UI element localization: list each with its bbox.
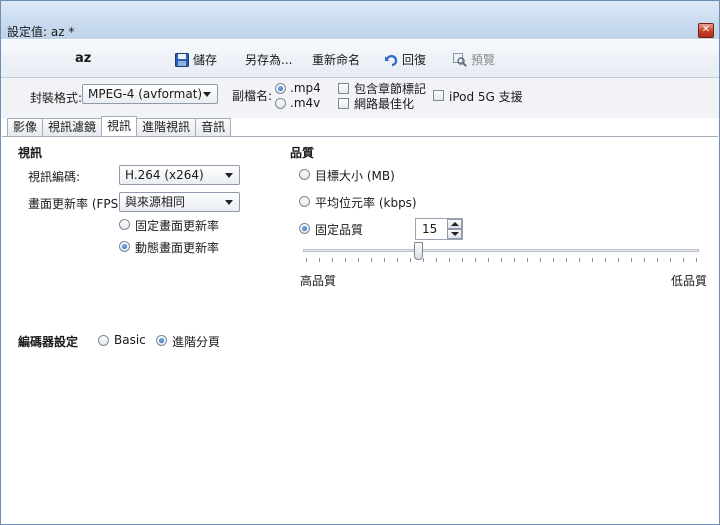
toolbar: az 儲存 另存為... 重新命名 回復 預覽 xyxy=(1,40,719,78)
quality-slider-track[interactable] xyxy=(303,249,699,252)
stepper-down-icon[interactable] xyxy=(447,229,462,239)
average-bitrate-radio[interactable] xyxy=(299,196,310,207)
tab-video-filters[interactable]: 視訊濾鏡 xyxy=(42,118,103,136)
tab-video[interactable]: 視訊 xyxy=(101,116,138,136)
preset-name: az xyxy=(75,51,92,66)
average-bitrate-label: 平均位元率 (kbps) xyxy=(315,196,417,210)
save-as-label: 另存為... xyxy=(245,53,293,67)
chevron-down-icon xyxy=(203,92,211,97)
revert-button[interactable]: 回復 xyxy=(384,51,426,68)
ipod-5g-checkbox[interactable] xyxy=(433,90,444,101)
close-button[interactable]: ✕ xyxy=(698,23,714,38)
encoder-advanced-label: 進階分頁 xyxy=(172,335,221,349)
framerate-dropdown[interactable]: 與來源相同 xyxy=(119,192,240,212)
window-title: 設定值: az * xyxy=(7,25,75,39)
save-button[interactable]: 儲存 xyxy=(175,51,217,68)
magnifier-icon xyxy=(453,52,467,67)
rename-button[interactable]: 重新命名 xyxy=(312,51,360,68)
ext-m4v-label: .m4v xyxy=(290,96,321,110)
encoder-basic-radio[interactable] xyxy=(98,335,109,346)
ipod-5g-label: iPod 5G 支援 xyxy=(449,90,523,104)
video-codec-value: H.264 (x264) xyxy=(125,168,204,182)
quality-slider-thumb[interactable] xyxy=(413,242,423,260)
web-optimized-label: 網路最佳化 xyxy=(354,97,415,111)
rename-label: 重新命名 xyxy=(312,53,361,67)
tab-advanced-video[interactable]: 進階視訊 xyxy=(136,118,197,136)
tab-picture[interactable]: 影像 xyxy=(7,118,44,136)
video-section-title: 視訊 xyxy=(18,146,43,160)
framerate-label: 畫面更新率 (FPS): xyxy=(28,197,127,211)
encoder-basic-label: Basic xyxy=(114,333,146,347)
framerate-value: 與來源相同 xyxy=(125,195,186,209)
title-bar[interactable]: 設定值: az * ✕ xyxy=(1,1,719,39)
extension-label: 副檔名: xyxy=(232,89,273,103)
container-label: 封裝格式: xyxy=(30,91,83,105)
encoder-advanced-radio[interactable] xyxy=(156,335,167,346)
variable-framerate-radio[interactable] xyxy=(119,241,130,252)
variable-framerate-label: 動態畫面更新率 xyxy=(135,241,220,255)
ext-m4v-radio[interactable] xyxy=(275,98,286,109)
floppy-disk-icon xyxy=(175,52,189,67)
format-row: 封裝格式: MPEG-4 (avformat) 副檔名: .mp4 .m4v 包… xyxy=(1,78,719,118)
encoder-section-title: 編碼器設定 xyxy=(18,335,79,349)
constant-framerate-label: 固定畫面更新率 xyxy=(135,219,220,233)
chapter-markers-checkbox[interactable] xyxy=(338,83,349,94)
quality-slider-ticks xyxy=(306,258,698,262)
settings-tabs: 影像 視訊濾鏡 視訊 進階視訊 音訊 xyxy=(7,116,232,136)
constant-quality-label: 固定品質 xyxy=(315,223,364,237)
revert-label: 回復 xyxy=(402,53,427,67)
preview-button[interactable]: 預覽 xyxy=(453,51,495,68)
preset-settings-window: 設定值: az * ✕ az 儲存 另存為... 重新命名 回復 預覽 封裝格式… xyxy=(0,0,720,525)
tab-audio[interactable]: 音訊 xyxy=(195,118,232,136)
save-as-button[interactable]: 另存為... xyxy=(245,51,292,68)
undo-arrow-icon xyxy=(384,53,398,67)
video-codec-dropdown[interactable]: H.264 (x264) xyxy=(119,165,240,185)
save-label: 儲存 xyxy=(193,53,218,67)
target-size-label: 目標大小 (MB) xyxy=(315,169,395,183)
target-size-radio[interactable] xyxy=(299,169,310,180)
high-quality-label: 高品質 xyxy=(300,274,337,288)
constant-quality-radio[interactable] xyxy=(299,223,310,234)
close-icon: ✕ xyxy=(701,24,711,35)
ext-mp4-label: .mp4 xyxy=(290,81,321,95)
stepper-up-icon[interactable] xyxy=(447,219,462,229)
quality-section-title: 品質 xyxy=(290,146,315,160)
container-dropdown[interactable]: MPEG-4 (avformat) xyxy=(82,84,218,104)
constant-framerate-radio[interactable] xyxy=(119,219,130,230)
ext-mp4-radio[interactable] xyxy=(275,83,286,94)
chevron-down-icon xyxy=(225,173,233,178)
video-codec-label: 視訊編碼: xyxy=(28,170,81,184)
low-quality-label: 低品質 xyxy=(671,274,708,288)
preview-label: 預覽 xyxy=(471,53,496,67)
container-value: MPEG-4 (avformat) xyxy=(88,87,203,101)
web-optimized-checkbox[interactable] xyxy=(338,98,349,109)
chevron-down-icon xyxy=(225,200,233,205)
